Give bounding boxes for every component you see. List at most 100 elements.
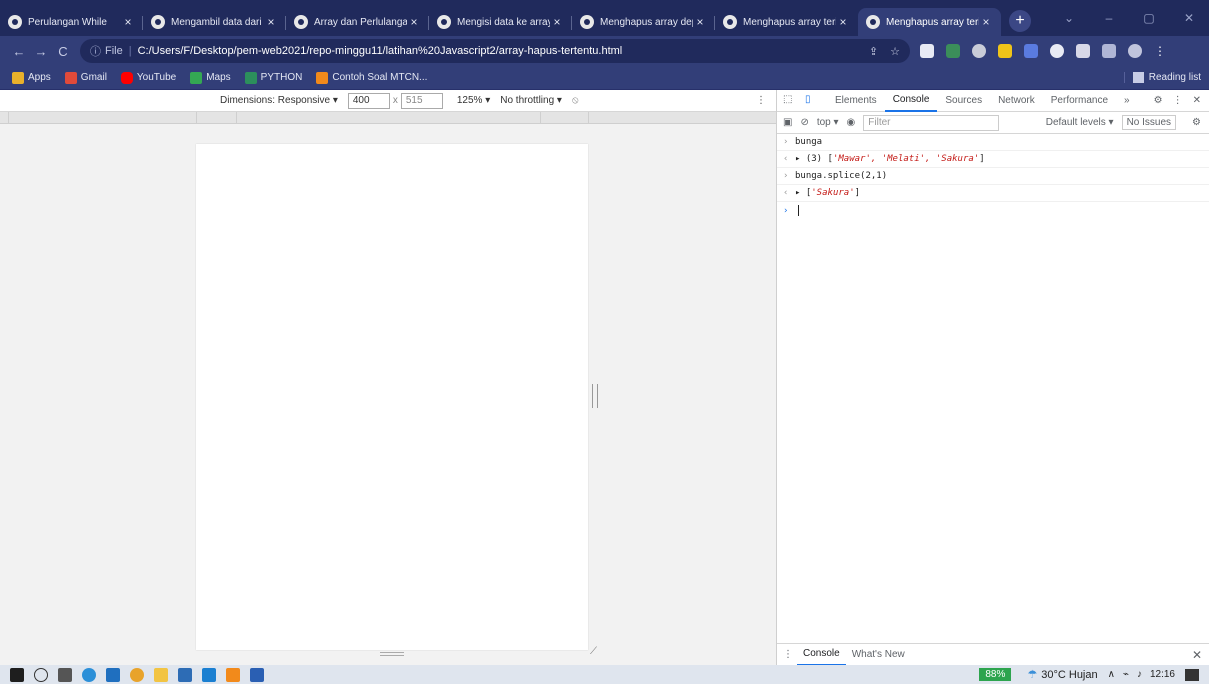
profile-avatar[interactable] — [1128, 44, 1142, 58]
menu-kebab-icon[interactable]: ⋮ — [1154, 44, 1166, 58]
browser-tab[interactable]: Menghapus array dep × — [572, 8, 715, 36]
dimensions-dropdown[interactable]: Dimensions: Responsive ▾ — [220, 95, 338, 106]
weather-widget[interactable]: ☂ 30°C Hujan — [1027, 668, 1097, 682]
bookmark-apps[interactable]: Apps — [12, 71, 51, 84]
file-explorer-icon[interactable] — [154, 667, 168, 682]
tab-elements[interactable]: Elements — [827, 90, 885, 112]
bookmark-star-icon[interactable]: ☆ — [890, 45, 900, 58]
close-icon[interactable]: × — [121, 15, 135, 29]
close-icon[interactable]: × — [693, 15, 707, 29]
vscode-icon[interactable] — [202, 667, 216, 682]
browser-tab[interactable]: Mengisi data ke array × — [429, 8, 572, 36]
dimension-separator: x — [392, 95, 398, 106]
address-bar[interactable]: ⓘ File | C:/Users/F/Desktop/pem-web2021/… — [80, 39, 910, 63]
zoom-dropdown[interactable]: 125% ▾ — [457, 95, 490, 106]
browser-tab[interactable]: Perulangan While × — [0, 8, 143, 36]
app-icon[interactable] — [178, 667, 192, 682]
store-icon[interactable] — [106, 667, 120, 682]
device-more-icon[interactable]: ⋮ — [756, 95, 766, 106]
throttling-dropdown[interactable]: No throttling ▾ — [500, 95, 562, 106]
new-tab-button[interactable]: + — [1009, 10, 1031, 32]
close-drawer-icon[interactable]: ✕ — [1192, 648, 1209, 662]
reading-list-button[interactable]: Reading list — [1123, 72, 1201, 83]
rotate-icon[interactable]: ⦸ — [572, 95, 579, 106]
live-expression-eye-icon[interactable]: ◉ — [847, 117, 856, 128]
chrome-icon[interactable] — [130, 667, 144, 682]
extension-icon[interactable] — [946, 44, 960, 58]
windows-start-icon[interactable] — [10, 667, 24, 682]
extension-icon[interactable] — [998, 44, 1012, 58]
clear-console-icon[interactable]: ⊘ — [800, 117, 808, 128]
info-icon[interactable]: ⓘ — [90, 43, 101, 59]
close-devtools-icon[interactable]: ✕ — [1193, 95, 1201, 106]
close-icon[interactable]: × — [836, 15, 850, 29]
tray-chevron-icon[interactable]: ∧ — [1108, 669, 1115, 680]
tab-console[interactable]: Console — [884, 90, 938, 112]
extensions-puzzle-icon[interactable] — [1076, 44, 1090, 58]
reload-icon[interactable]: C — [52, 44, 74, 59]
close-icon[interactable]: × — [550, 15, 564, 29]
close-icon[interactable]: × — [264, 15, 278, 29]
notification-icon[interactable] — [1185, 668, 1199, 681]
resize-handle-right[interactable] — [592, 384, 598, 408]
extension-icon[interactable] — [1050, 44, 1064, 58]
search-icon[interactable] — [34, 667, 48, 682]
extension-icon[interactable] — [920, 44, 934, 58]
tab-performance[interactable]: Performance — [1043, 90, 1116, 112]
bookmark-contoh-soal[interactable]: Contoh Soal MTCN... — [316, 71, 427, 84]
back-icon[interactable]: ← — [8, 44, 30, 59]
word-icon[interactable] — [250, 667, 264, 682]
extension-icon[interactable] — [972, 44, 986, 58]
bookmark-python[interactable]: PYTHON — [244, 71, 302, 84]
browser-tab-active[interactable]: Menghapus array teri × — [858, 8, 1001, 36]
width-input[interactable]: 400 — [347, 92, 390, 109]
tab-search-icon[interactable]: ⌄ — [1049, 11, 1089, 25]
browser-tab[interactable]: Menghapus array teri × — [715, 8, 858, 36]
inspect-element-icon[interactable]: ⬚ — [783, 94, 799, 108]
issues-badge[interactable]: No Issues — [1121, 115, 1177, 130]
height-input[interactable]: 515 — [400, 92, 443, 109]
close-window-icon[interactable]: ✕ — [1169, 11, 1209, 25]
share-icon[interactable]: ⇪ — [869, 45, 878, 58]
close-icon[interactable]: × — [407, 15, 421, 29]
sidebar-toggle-icon[interactable]: ▣ — [783, 117, 792, 128]
app-icon[interactable] — [226, 667, 240, 682]
tab-sources[interactable]: Sources — [937, 90, 990, 112]
bookmark-maps[interactable]: Maps — [190, 71, 231, 84]
minimize-icon[interactable]: – — [1089, 11, 1129, 25]
console-prompt[interactable]: › — [777, 202, 1209, 219]
browser-tab[interactable]: Array dan Perlulangan × — [286, 8, 429, 36]
extension-icon[interactable] — [1024, 44, 1038, 58]
reading-list-icon[interactable] — [1102, 44, 1116, 58]
context-selector[interactable]: top ▾ — [817, 117, 839, 128]
forward-icon[interactable]: → — [30, 44, 52, 59]
edge-icon[interactable] — [82, 667, 96, 682]
device-toggle-icon[interactable]: ▯ — [805, 94, 821, 108]
maximize-icon[interactable]: ▢ — [1129, 11, 1169, 25]
extensions: ⋮ — [920, 44, 1166, 58]
bookmark-gmail[interactable]: Gmail — [64, 71, 107, 84]
log-levels-dropdown[interactable]: Default levels ▾ — [1046, 117, 1114, 128]
bookmark-youtube[interactable]: YouTube — [120, 71, 176, 84]
task-view-icon[interactable] — [58, 667, 72, 682]
battery-indicator[interactable]: 88% — [979, 668, 1012, 681]
network-icon[interactable]: ⌁ — [1123, 669, 1129, 680]
volume-icon[interactable]: ♪ — [1137, 669, 1142, 680]
drawer-tab-whats-new[interactable]: What's New — [846, 644, 911, 666]
drawer-tab-console[interactable]: Console — [797, 644, 846, 666]
browser-tab[interactable]: Mengambil data dari × — [143, 8, 286, 36]
console-settings-gear-icon[interactable]: ⚙ — [1192, 117, 1201, 128]
more-tabs-icon[interactable]: » — [1116, 90, 1138, 112]
resize-handle-bottom[interactable] — [380, 652, 404, 656]
close-icon[interactable]: × — [979, 15, 993, 29]
devtools-menu-icon[interactable]: ⋮ — [1173, 95, 1183, 106]
tab-network[interactable]: Network — [990, 90, 1043, 112]
console-result-line[interactable]: ‹ ▸ ['Sakura'] — [777, 185, 1209, 202]
drawer-menu-icon[interactable]: ⋮ — [783, 649, 793, 660]
console-result-line[interactable]: ‹ ▸ (3) ['Mawar', 'Melati', 'Sakura'] — [777, 151, 1209, 168]
filter-input[interactable]: Filter — [863, 114, 1000, 131]
resize-handle-corner[interactable]: ⟋ — [590, 646, 597, 657]
emulated-page[interactable] — [196, 144, 588, 650]
settings-gear-icon[interactable]: ⚙ — [1154, 95, 1163, 106]
clock[interactable]: 12:16 — [1150, 669, 1175, 680]
